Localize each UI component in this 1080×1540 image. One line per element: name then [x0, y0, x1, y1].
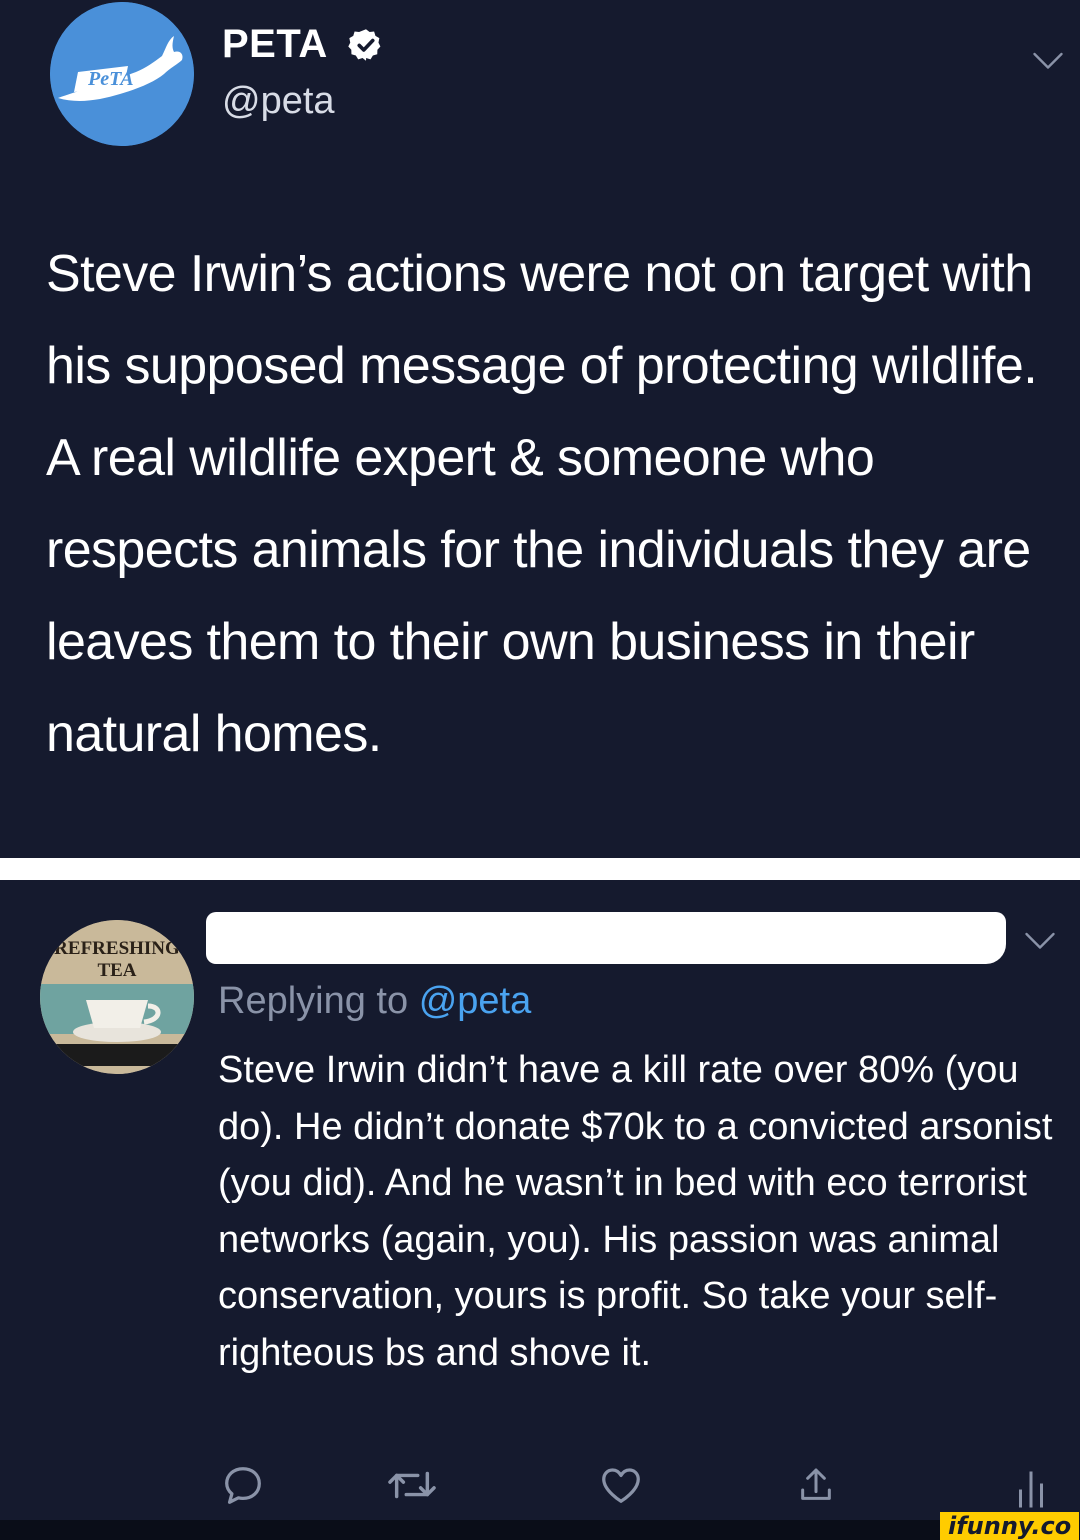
- redacted-name-bar: [206, 912, 1006, 964]
- handle[interactable]: @peta: [222, 80, 335, 123]
- avatar-text: REFRESHING TEA: [54, 938, 180, 981]
- chevron-down-icon[interactable]: [1030, 42, 1066, 78]
- ifunny-watermark: ifunny.co: [940, 1512, 1080, 1540]
- reply-icon[interactable]: [220, 1462, 266, 1508]
- tweet-text: Steve Irwin’s actions were not on target…: [46, 245, 1038, 763]
- reply-mention-link[interactable]: @peta: [419, 980, 532, 1022]
- peta-logo-text: PeTA: [88, 68, 134, 90]
- reply-text: Steve Irwin didn’t have a kill rate over…: [218, 1049, 1053, 1374]
- share-icon[interactable]: [796, 1462, 836, 1508]
- retweet-icon[interactable]: [384, 1462, 440, 1508]
- reply-avatar[interactable]: REFRESHING TEA: [40, 920, 194, 1074]
- screenshot-divider: [0, 858, 1080, 880]
- display-name[interactable]: PETA: [222, 22, 328, 67]
- analytics-icon[interactable]: [1016, 1462, 1046, 1508]
- like-icon[interactable]: [598, 1462, 644, 1508]
- replying-to-line: Replying to @peta: [218, 980, 531, 1023]
- replying-prefix: Replying to: [218, 980, 409, 1022]
- peta-avatar[interactable]: PeTA: [50, 2, 194, 146]
- chevron-down-icon[interactable]: [1022, 922, 1058, 958]
- bottom-bar: [0, 1520, 1080, 1540]
- verified-badge-icon: [348, 29, 381, 61]
